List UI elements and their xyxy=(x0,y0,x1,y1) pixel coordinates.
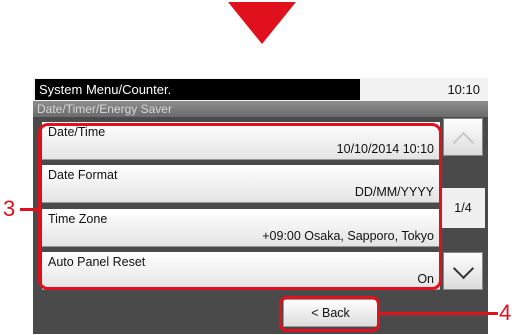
callout-number-3: 3 xyxy=(3,196,16,221)
bottom-bar xyxy=(33,296,488,334)
chevron-up-icon xyxy=(452,131,475,154)
callout-leader-4 xyxy=(380,312,498,315)
breadcrumb-bar: Date/Timer/Energy Saver xyxy=(33,101,488,117)
back-highlight-frame xyxy=(279,296,380,332)
list-highlight-frame xyxy=(38,123,442,290)
header-title: System Menu/Counter. xyxy=(35,79,360,100)
scroll-down-button[interactable] xyxy=(443,252,483,290)
scroll-up-button[interactable] xyxy=(443,118,483,156)
callout-number-4: 4 xyxy=(499,300,512,325)
chevron-down-icon xyxy=(452,257,475,280)
callout-leader-3 xyxy=(20,208,38,211)
top-bar: System Menu/Counter. 10:10 xyxy=(33,78,488,101)
down-arrow-indicator xyxy=(228,2,296,44)
page-indicator: 1/4 xyxy=(441,188,485,228)
breadcrumb: Date/Timer/Energy Saver xyxy=(37,102,172,116)
clock: 10:10 xyxy=(447,82,480,97)
